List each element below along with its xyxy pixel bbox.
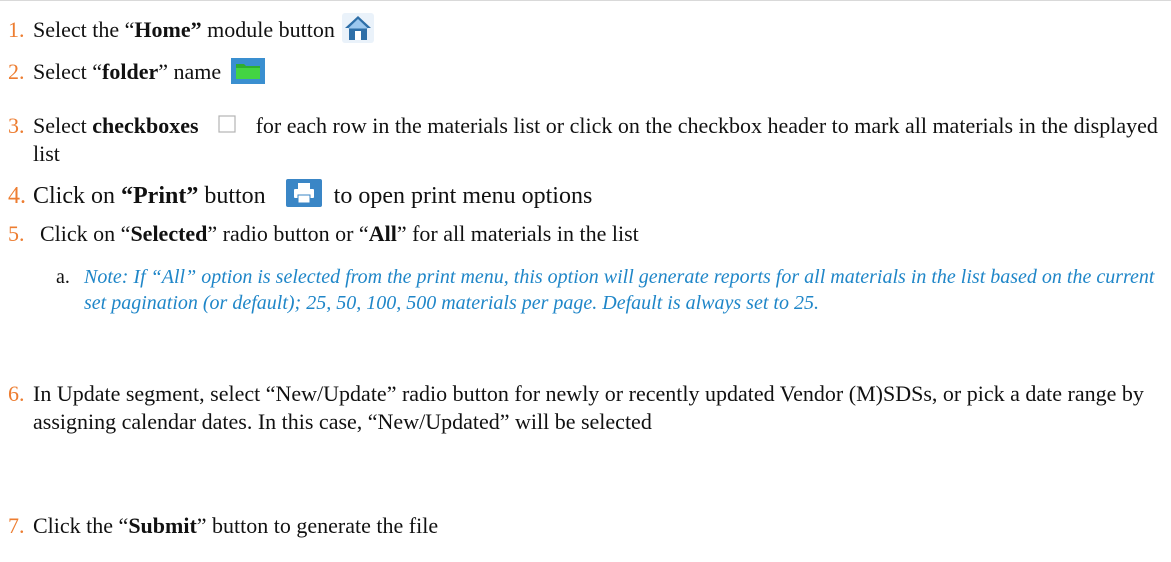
step-text: ” name [158,59,222,84]
step-bold-text: Home” [134,17,202,42]
step-text: In Update segment, select “New/Update” r… [33,381,1144,434]
step-text: Select “ [33,59,103,84]
top-divider [0,0,1171,1]
step-bold-text: checkboxes [92,113,199,138]
step-text: ” for all materials in the list [396,221,639,246]
step-number: 1. [8,17,25,42]
step-text: button [198,183,266,209]
step-text: module button [201,17,335,42]
note-text: Note: If “All” option is selected from t… [84,266,1155,314]
checkbox-icon[interactable] [218,112,236,133]
step-number: 2. [8,59,25,84]
step-text: to open print menu options [327,183,593,209]
step-number: 4. [8,183,26,209]
print-icon[interactable] [285,179,322,208]
step-number: 6. [8,381,25,406]
step-number: 3. [8,113,25,138]
step-number: 5. [8,221,25,246]
step-bold-text: All [368,221,397,246]
folder-icon[interactable] [230,57,265,84]
step-text: Select the “ [33,17,135,42]
home-icon[interactable] [342,12,375,43]
step-text: Click on “ [40,221,131,246]
step-text: Click on [33,183,121,209]
step-bold-text: Submit [128,513,197,538]
step-text: Select [33,113,93,138]
step-bold-text: “Print” [121,183,199,209]
step-text: Click the “ [33,513,129,538]
note-label: a. [56,266,70,288]
step-text: ” radio button or “ [207,221,369,246]
step-text: ” button to generate the file [196,513,439,538]
step-number: 7. [8,513,25,538]
step-text: for each row in the materials list or cl… [33,113,1158,166]
step-bold-text: Selected [130,221,208,246]
step-bold-text: folder [102,59,159,84]
